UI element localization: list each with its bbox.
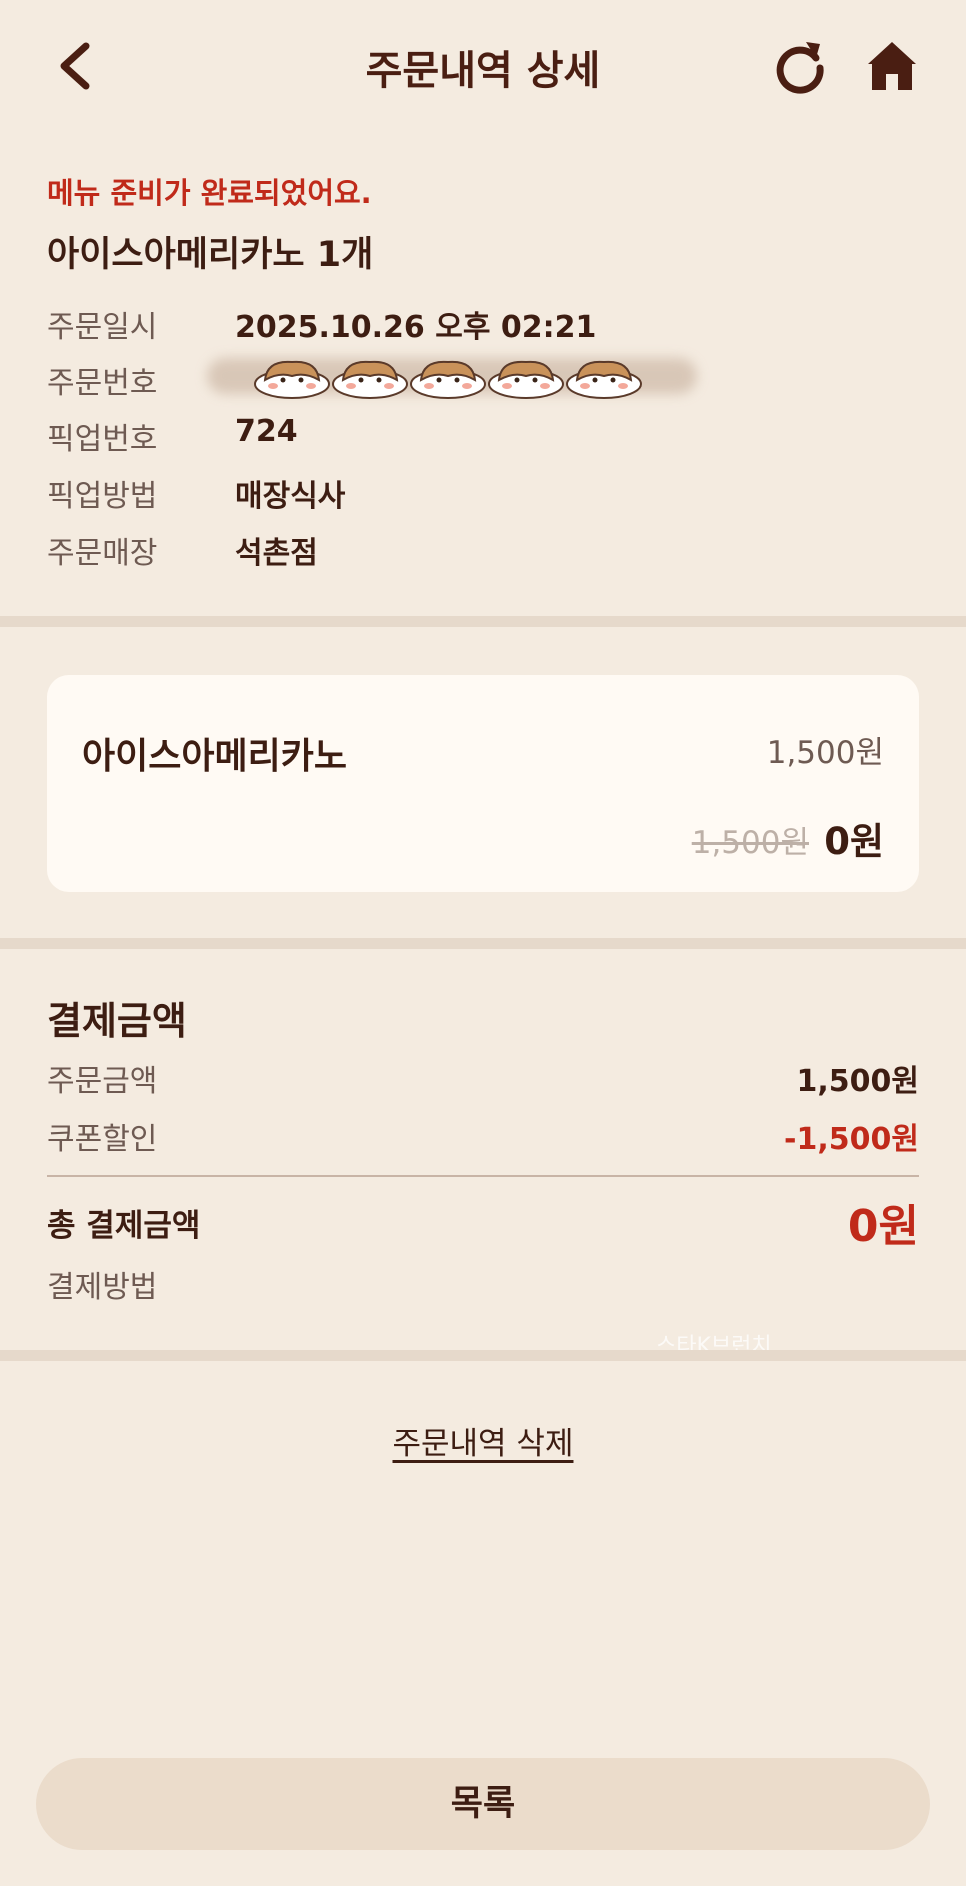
hamster-sticker-icon — [488, 360, 564, 399]
refresh-icon — [776, 42, 824, 94]
info-value: 석촌점 — [235, 536, 318, 571]
payment-separator — [47, 1175, 919, 1177]
total-amount-label: 총 결제금액 — [47, 1208, 201, 1244]
hamster-sticker-icon — [566, 360, 642, 399]
order-status-message: 메뉴 준비가 완료되었어요. — [47, 176, 372, 210]
section-divider — [0, 1350, 966, 1361]
payment-label: 쿠폰할인 — [47, 1122, 158, 1157]
section-divider — [0, 938, 966, 949]
payment-row-order-amount: 주문금액 1,500원 — [47, 1056, 919, 1100]
info-value: 724 — [235, 414, 298, 449]
payment-value: -1,500원 — [784, 1122, 919, 1157]
item-final-price: 0원 — [824, 820, 884, 863]
item-name: 아이스아메리카노 — [82, 736, 347, 777]
list-button[interactable]: 목록 — [36, 1758, 930, 1850]
hamster-sticker-icon — [332, 360, 408, 399]
hamster-sticker-icon — [254, 360, 330, 399]
payment-method-label: 결제방법 — [47, 1270, 158, 1305]
refresh-button[interactable] — [770, 36, 830, 96]
home-button[interactable] — [862, 36, 922, 96]
info-value: 2025.10.26 오후 02:21 — [235, 310, 597, 345]
info-label: 주문번호 — [47, 366, 158, 401]
section-divider — [0, 616, 966, 627]
info-label: 주문일시 — [47, 310, 158, 345]
info-label: 픽업번호 — [47, 422, 158, 457]
hamster-sticker-icon — [410, 360, 486, 399]
item-original-price: 1,500원 — [691, 825, 809, 861]
payment-row-coupon-discount: 쿠폰할인 -1,500원 — [47, 1114, 919, 1158]
info-label: 주문매장 — [47, 536, 158, 571]
payment-section-title: 결제금액 — [47, 999, 187, 1043]
order-summary: 아이스아메리카노 1개 — [47, 235, 374, 275]
payment-label: 주문금액 — [47, 1064, 158, 1099]
delete-order-container: 주문내역 삭제 — [0, 1418, 966, 1463]
total-amount-value: 0원 — [847, 1201, 919, 1252]
masked-order-number — [207, 350, 707, 400]
info-value: 매장식사 — [235, 479, 346, 514]
delete-order-link[interactable]: 주문내역 삭제 — [393, 1426, 574, 1462]
item-price: 1,500원 — [766, 735, 884, 771]
order-item-card: 아이스아메리카노 1,500원 1,500원 0원 — [47, 675, 919, 892]
info-label: 픽업방법 — [47, 479, 158, 514]
payment-value: 1,500원 — [796, 1064, 920, 1099]
home-icon — [868, 42, 916, 90]
app-header: 주문내역 상세 — [0, 0, 966, 130]
